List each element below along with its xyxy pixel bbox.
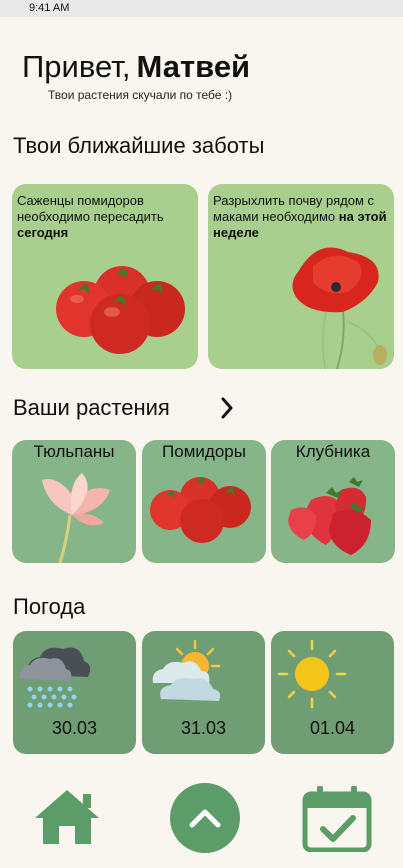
tulip-image: [42, 473, 110, 563]
tomatoes-image: [56, 266, 185, 354]
weather-card-day3[interactable]: 01.04: [271, 631, 394, 754]
plant-label: Помидоры: [162, 442, 246, 461]
home-icon[interactable]: [31, 786, 103, 848]
greeting-subtitle: Твои растения скучали по тебе :): [48, 88, 233, 102]
plant-label: Тюльпаны: [33, 442, 115, 461]
tasks-section-title: Твои ближайшие заботы: [13, 133, 265, 158]
task-text: Разрыхлить почву рядом с маками необходи…: [213, 193, 387, 240]
status-bar: 9:41 AM: [0, 0, 403, 17]
rain-cloud-icon: [19, 647, 91, 708]
calendar-check-icon[interactable]: [301, 784, 373, 852]
weather-date: 01.04: [309, 718, 356, 738]
tomatoes-image: [150, 477, 251, 543]
greeting-text: Привет,: [22, 49, 131, 84]
task-card-poppy[interactable]: Разрыхлить почву рядом с маками необходи…: [208, 184, 394, 369]
user-name: Матвей: [136, 49, 251, 84]
plants-section-title: Ваши растения: [13, 395, 170, 420]
poppy-image: [292, 247, 387, 369]
weather-card-day1[interactable]: 30.03: [13, 631, 136, 754]
partly-cloudy-icon: [152, 639, 221, 701]
plant-card-tulips[interactable]: Тюльпаны: [12, 440, 136, 563]
chevron-right-icon[interactable]: [220, 397, 234, 419]
sun-icon: [277, 639, 347, 709]
status-time: 9:41 AM: [29, 2, 70, 14]
weather-date: 30.03: [51, 718, 98, 738]
task-card-tomatoes[interactable]: Саженцы помидоров необходимо пересадить с…: [12, 184, 198, 369]
plant-card-strawberries[interactable]: Клубника: [271, 440, 395, 563]
scroll-up-button[interactable]: [170, 783, 240, 853]
strawberries-image: [288, 477, 371, 555]
greeting: Привет, Матвей: [22, 48, 250, 86]
chevron-up-icon: [189, 809, 221, 828]
weather-date: 31.03: [180, 718, 227, 738]
weather-section-title: Погода: [13, 594, 86, 619]
plant-label: Клубника: [295, 442, 371, 461]
task-text: Саженцы помидоров необходимо пересадить с…: [17, 193, 164, 240]
weather-card-day2[interactable]: 31.03: [142, 631, 265, 754]
plant-card-tomatoes[interactable]: Помидоры: [142, 440, 266, 563]
